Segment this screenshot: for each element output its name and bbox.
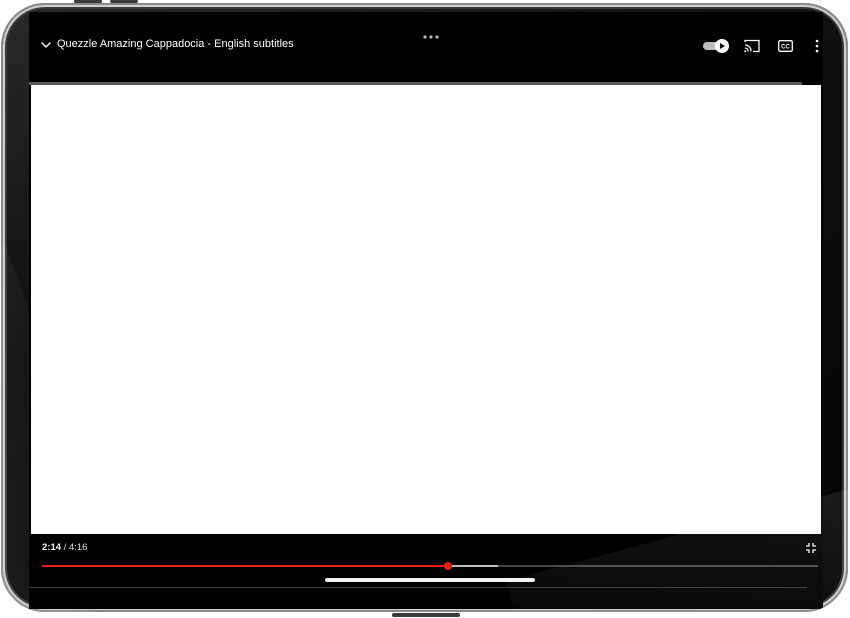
time-separator: /	[61, 542, 69, 553]
video-title: Quezzle Amazing Cappadocia - English sub…	[57, 38, 294, 50]
exit-fullscreen-icon[interactable]	[805, 542, 817, 554]
more-vertical-icon[interactable]	[814, 39, 820, 53]
tablet-frame: Quezzle Amazing Cappadocia - English sub…	[1, 3, 848, 612]
duration: 4:16	[68, 542, 88, 553]
cast-icon[interactable]	[744, 39, 760, 53]
video-area[interactable]	[31, 85, 821, 534]
scrubber-handle[interactable]	[443, 562, 452, 570]
side-button	[392, 613, 460, 617]
autoplay-toggle-icon[interactable]	[703, 39, 729, 53]
divider	[29, 587, 807, 588]
captions-label: CC	[781, 45, 790, 51]
home-indicator[interactable]	[325, 578, 535, 582]
time-display: 2:14 / 4:16	[42, 542, 87, 553]
more-horizontal-icon[interactable]	[422, 34, 440, 40]
chevron-down-icon[interactable]	[40, 39, 52, 51]
played-bar	[42, 565, 448, 567]
closed-captions-icon[interactable]: CC	[778, 40, 793, 52]
player-top-bar: Quezzle Amazing Cappadocia - English sub…	[29, 12, 823, 85]
progress-bar[interactable]	[42, 562, 818, 570]
video-player: Quezzle Amazing Cappadocia - English sub…	[29, 12, 823, 609]
current-time: 2:14	[42, 542, 62, 553]
